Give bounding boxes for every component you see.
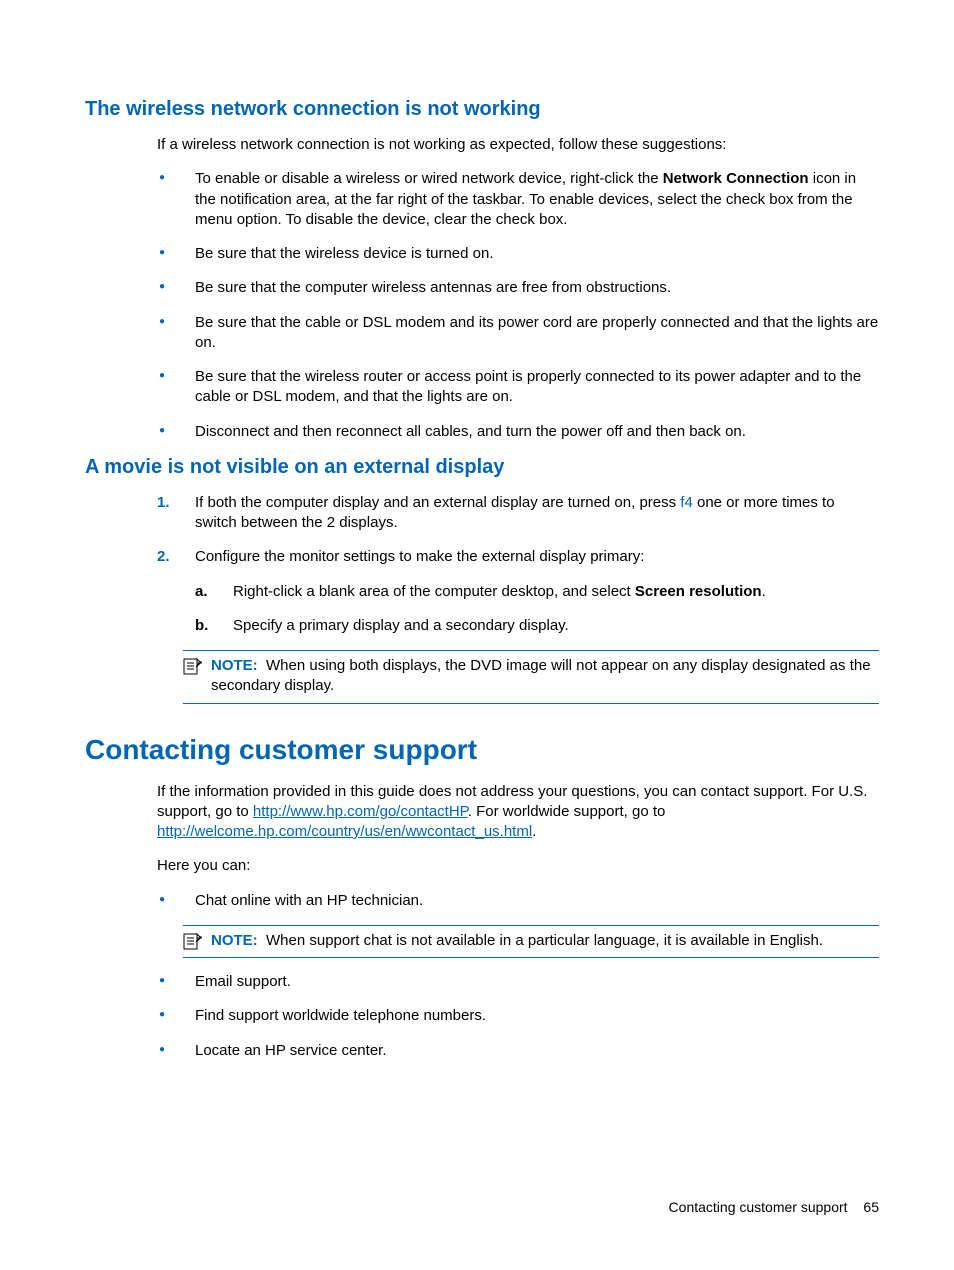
text: Right-click a blank area of the computer… xyxy=(233,583,635,600)
list-item: Find support worldwide telephone numbers… xyxy=(157,1006,879,1026)
text: . For worldwide support, go to xyxy=(468,803,666,820)
note-label: NOTE: xyxy=(211,932,258,949)
page-number: 65 xyxy=(863,1199,879,1215)
section-heading-wireless: The wireless network connection is not w… xyxy=(85,98,879,121)
section3-p2: Here you can: xyxy=(157,856,879,876)
text: To enable or disable a wireless or wired… xyxy=(195,170,663,187)
list-item: Be sure that the computer wireless anten… xyxy=(157,278,879,298)
footer-text: Contacting customer support xyxy=(669,1199,848,1215)
section1-intro: If a wireless network connection is not … xyxy=(157,135,879,155)
section1-list: To enable or disable a wireless or wired… xyxy=(157,169,879,442)
text: . xyxy=(762,583,766,600)
list-item: Configure the monitor settings to make t… xyxy=(157,547,879,636)
section-heading-movie: A movie is not visible on an external di… xyxy=(85,456,879,479)
note-box: NOTE: When support chat is not available… xyxy=(183,925,879,958)
note-icon xyxy=(183,657,203,675)
list-item: Be sure that the cable or DSL modem and … xyxy=(157,313,879,354)
note-icon xyxy=(183,932,203,950)
sublist-item: Right-click a blank area of the computer… xyxy=(195,582,879,602)
list-item: Email support. xyxy=(157,972,879,992)
note-content: NOTE: When using both displays, the DVD … xyxy=(211,656,879,697)
bold-text: Network Connection xyxy=(663,170,809,187)
key-label: f4 xyxy=(680,494,693,511)
section2-sublist: Right-click a blank area of the computer… xyxy=(195,582,879,637)
page-footer: Contacting customer support 65 xyxy=(669,1199,879,1215)
list-item: Disconnect and then reconnect all cables… xyxy=(157,422,879,442)
note-box: NOTE: When using both displays, the DVD … xyxy=(183,650,879,704)
section3-list-a: Chat online with an HP technician. xyxy=(157,891,879,911)
list-item: If both the computer display and an exte… xyxy=(157,493,879,534)
sublist-item: Specify a primary display and a secondar… xyxy=(195,616,879,636)
bold-text: Screen resolution xyxy=(635,583,762,600)
note-content: NOTE: When support chat is not available… xyxy=(211,931,823,951)
text: Configure the monitor settings to make t… xyxy=(195,548,644,565)
link-worldwide[interactable]: http://welcome.hp.com/country/us/en/wwco… xyxy=(157,823,532,840)
list-item: To enable or disable a wireless or wired… xyxy=(157,169,879,230)
section3-p1: If the information provided in this guid… xyxy=(157,782,879,843)
link-contact-hp[interactable]: http://www.hp.com/go/contactHP xyxy=(253,803,468,820)
text: . xyxy=(532,823,536,840)
note-text: When using both displays, the DVD image … xyxy=(211,657,871,694)
text: If both the computer display and an exte… xyxy=(195,494,680,511)
list-item: Locate an HP service center. xyxy=(157,1041,879,1061)
list-item: Be sure that the wireless router or acce… xyxy=(157,367,879,408)
note-label: NOTE: xyxy=(211,657,258,674)
section3-list-b: Email support. Find support worldwide te… xyxy=(157,972,879,1061)
document-page: The wireless network connection is not w… xyxy=(0,0,954,1270)
list-item: Chat online with an HP technician. xyxy=(157,891,879,911)
list-item: Be sure that the wireless device is turn… xyxy=(157,244,879,264)
section-heading-support: Contacting customer support xyxy=(85,734,879,766)
section2-list: If both the computer display and an exte… xyxy=(157,493,879,636)
note-text: When support chat is not available in a … xyxy=(266,932,823,949)
